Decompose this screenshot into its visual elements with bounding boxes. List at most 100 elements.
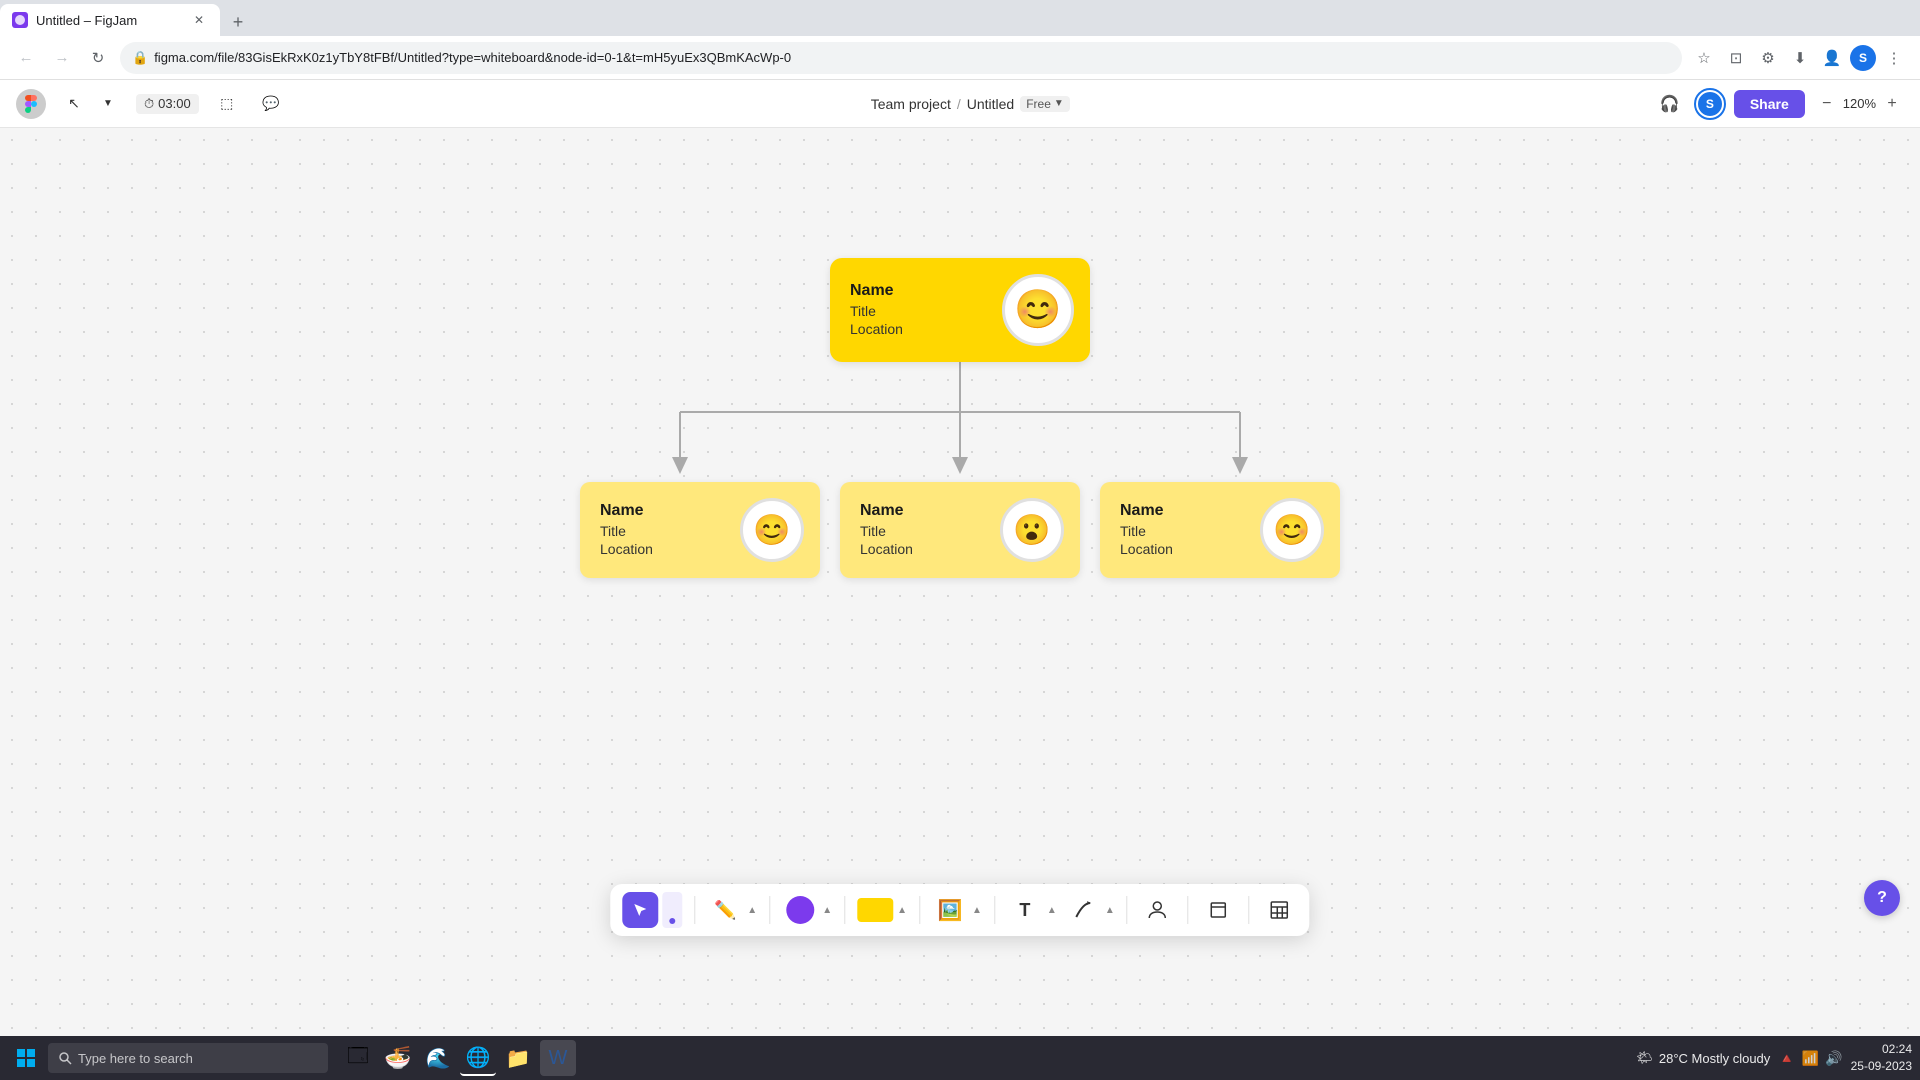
windows-logo	[16, 1048, 36, 1068]
move-tool-extra[interactable]	[662, 892, 682, 928]
child-2-title: Title	[860, 522, 984, 540]
tool-dropdown-button[interactable]: ▼	[92, 88, 124, 120]
google-account-button[interactable]: S	[1850, 45, 1876, 71]
figma-toolbar: ↖ ▼ ⏱ 03:00 ⬚ 💬 Team project / Untitled …	[0, 80, 1920, 128]
new-tab-button[interactable]: +	[224, 8, 252, 36]
nav-bar: ← → ↻ 🔒 figma.com/file/83GisEkRxK0z1yTbY…	[0, 36, 1920, 80]
taskbar-search[interactable]: Type here to search	[48, 1043, 328, 1073]
chrome-cast-button[interactable]: ⊡	[1722, 44, 1750, 72]
tab-close-button[interactable]: ✕	[190, 11, 208, 29]
timer-value: 03:00	[158, 96, 191, 111]
security-icon: 🔒	[132, 50, 148, 66]
network-icon[interactable]: 📶	[1802, 1050, 1819, 1067]
divider-5	[994, 896, 995, 924]
active-tab[interactable]: Untitled – FigJam ✕	[0, 4, 220, 36]
reload-button[interactable]: ↻	[84, 44, 112, 72]
taskbar-app-widgets[interactable]: 🗔	[340, 1040, 376, 1076]
org-chart: Name Title Location 😊	[550, 258, 1370, 578]
table-icon	[1270, 900, 1290, 920]
project-name: Team project	[871, 96, 951, 112]
child-1-title: Title	[600, 522, 724, 540]
connector-chevron[interactable]: ▲	[1105, 905, 1115, 916]
plan-badge[interactable]: Free ▼	[1020, 96, 1070, 112]
shapes-chevron[interactable]: ▲	[822, 905, 832, 916]
divider-6	[1127, 896, 1128, 924]
child-3-location: Location	[1120, 540, 1244, 558]
audio-button[interactable]: 🎧	[1654, 88, 1686, 120]
text-tool-button[interactable]: T	[1007, 892, 1043, 928]
pen-tool-chevron[interactable]: ▲	[747, 905, 757, 916]
child-card-3[interactable]: Name Title Location 😊	[1100, 482, 1340, 578]
child-card-1[interactable]: Name Title Location 😊	[580, 482, 820, 578]
sticky-preview	[857, 898, 893, 922]
text-section: T ▲	[1007, 892, 1057, 928]
zoom-level: 120%	[1843, 96, 1876, 111]
extensions-button[interactable]: ⚙	[1754, 44, 1782, 72]
zoom-in-button[interactable]: +	[1880, 92, 1904, 116]
share-button[interactable]: Share	[1734, 90, 1805, 118]
search-icon	[58, 1051, 72, 1065]
taskbar-app-chrome[interactable]: 🌐	[460, 1040, 496, 1076]
text-icon: T	[1019, 900, 1030, 921]
timer-badge: ⏱ 03:00	[136, 94, 199, 114]
back-button[interactable]: ←	[12, 44, 40, 72]
child-2-name: Name	[860, 501, 984, 522]
figma-center: Team project / Untitled Free ▼	[299, 96, 1642, 112]
connector-tool-button[interactable]	[1065, 892, 1101, 928]
tab-bar: Untitled – FigJam ✕ +	[0, 0, 1920, 36]
volume-icon[interactable]: 🔊	[1825, 1050, 1842, 1067]
taskbar-app-food[interactable]: 🍜	[380, 1040, 416, 1076]
select-tool-button[interactable]: ↖	[58, 88, 90, 120]
tab-favicon	[12, 12, 28, 28]
frame-section	[1201, 892, 1237, 928]
child-3-name: Name	[1120, 501, 1244, 522]
forward-button[interactable]: →	[48, 44, 76, 72]
zoom-out-button[interactable]: −	[1815, 92, 1839, 116]
sticker-button[interactable]: 🖼️	[932, 892, 968, 928]
pen-tool-button[interactable]: ✏️	[707, 892, 743, 928]
sticky-button[interactable]	[857, 892, 893, 928]
taskbar-date-value: 25-09-2023	[1851, 1058, 1912, 1075]
figma-logo[interactable]	[16, 89, 46, 119]
comment-button[interactable]: 💬	[255, 88, 287, 120]
taskbar-time-value: 02:24	[1851, 1041, 1912, 1058]
downloads-button[interactable]: ⬇	[1786, 44, 1814, 72]
person-tool-button[interactable]	[1140, 892, 1176, 928]
child-2-avatar: 😮	[1000, 498, 1064, 562]
canvas-area[interactable]: Name Title Location 😊	[0, 128, 1920, 1036]
root-row: Name Title Location 😊	[550, 258, 1370, 362]
weather-text: 28°C Mostly cloudy	[1659, 1051, 1770, 1066]
more-options-button[interactable]: ⋮	[1880, 44, 1908, 72]
child-card-2[interactable]: Name Title Location 😮	[840, 482, 1080, 578]
file-name: Untitled	[967, 96, 1014, 112]
move-tool-button[interactable]	[622, 892, 658, 928]
child-1-location: Location	[600, 540, 724, 558]
taskbar-right: 🌤 28°C Mostly cloudy 🔺 📶 🔊 02:24 25-09-2…	[1636, 1041, 1912, 1075]
plan-label: Free	[1026, 97, 1051, 111]
timer-icon: ⏱	[144, 96, 154, 112]
profile-button[interactable]: 👤	[1818, 44, 1846, 72]
nav-actions: ☆ ⊡ ⚙ ⬇ 👤 S ⋮	[1690, 44, 1908, 72]
taskbar-app-explorer[interactable]: 📁	[500, 1040, 536, 1076]
root-card[interactable]: Name Title Location 😊	[830, 258, 1090, 362]
start-button[interactable]	[8, 1040, 44, 1076]
taskbar-app-word[interactable]: W	[540, 1040, 576, 1076]
divider-8	[1249, 896, 1250, 924]
frame-tool-button[interactable]	[1201, 892, 1237, 928]
user-avatar[interactable]: S	[1696, 90, 1724, 118]
taskbar-clock[interactable]: 02:24 25-09-2023	[1851, 1041, 1912, 1075]
circle-shape-button[interactable]	[782, 892, 818, 928]
figma-right-actions: 🎧 S Share − 120% +	[1654, 88, 1904, 120]
table-tool-button[interactable]	[1262, 892, 1298, 928]
address-bar[interactable]: 🔒 figma.com/file/83GisEkRxK0z1yTbY8tFBf/…	[120, 42, 1682, 74]
canvas-view-button[interactable]: ⬚	[211, 88, 243, 120]
sticky-section: ▲	[857, 892, 907, 928]
system-tray-icon[interactable]: 🔺	[1778, 1050, 1795, 1067]
text-chevron[interactable]: ▲	[1047, 905, 1057, 916]
help-button[interactable]: ?	[1864, 880, 1900, 916]
taskbar-app-edge[interactable]: 🌊	[420, 1040, 456, 1076]
select-section	[622, 892, 682, 928]
sticky-chevron[interactable]: ▲	[897, 905, 907, 916]
sticker-chevron[interactable]: ▲	[972, 905, 982, 916]
bookmark-button[interactable]: ☆	[1690, 44, 1718, 72]
